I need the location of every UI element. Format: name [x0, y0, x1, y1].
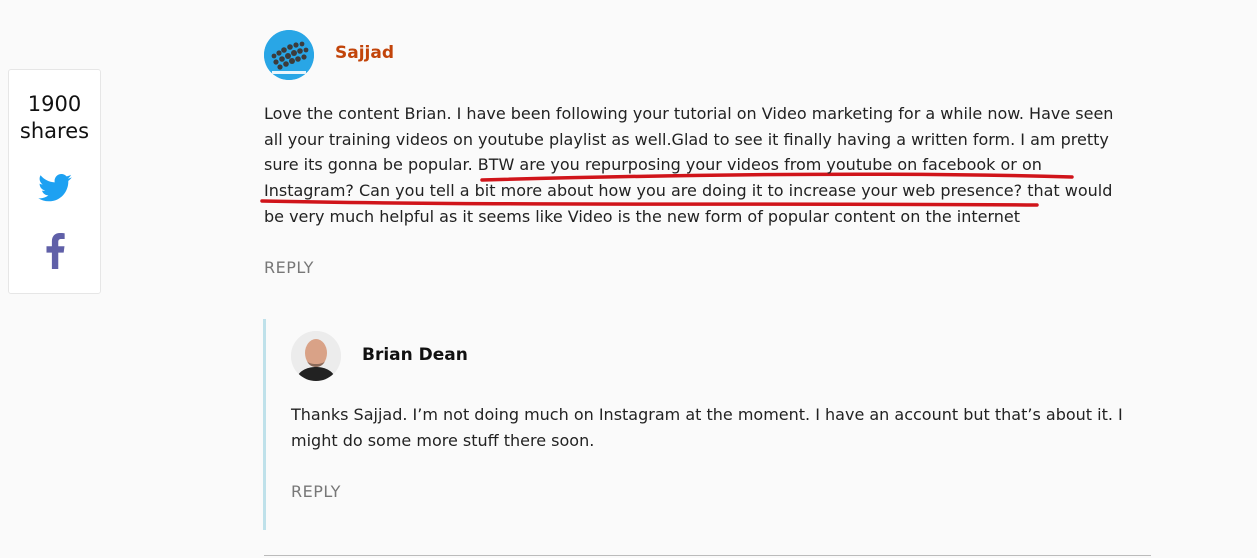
share-label: shares	[19, 119, 90, 143]
reply-button[interactable]: REPLY	[291, 482, 341, 501]
thread-line	[263, 319, 266, 530]
comment-line: sure its gonna be popular. BTW are you r…	[264, 155, 1042, 175]
comment-author[interactable]: Sajjad	[335, 43, 394, 63]
avatar	[291, 331, 341, 381]
facebook-icon[interactable]	[44, 233, 66, 269]
comment-line: might do some more stuff there soon.	[291, 430, 595, 450]
comment-line: all your training videos on youtube play…	[264, 129, 1109, 149]
avatar-graphic	[291, 331, 341, 381]
comment-line: Instagram? Can you tell a bit more about…	[264, 181, 1113, 201]
share-count: 1900	[27, 92, 82, 116]
comment-body: Love the content Brian. I have been foll…	[264, 101, 1113, 230]
comment-author[interactable]: Brian Dean	[362, 345, 468, 365]
comment-body: Thanks Sajjad. I’m not doing much on Ins…	[291, 402, 1123, 453]
comment-line: Thanks Sajjad. I’m not doing much on Ins…	[291, 405, 1123, 424]
twitter-icon[interactable]	[38, 174, 72, 202]
annotation-underline	[260, 172, 1074, 207]
reply-button[interactable]: REPLY	[264, 258, 314, 277]
comment-line: Love the content Brian. I have been foll…	[264, 104, 1114, 123]
share-panel: 1900 shares	[8, 69, 101, 294]
avatar	[264, 30, 314, 80]
comment-line: be very much helpful as it seems like Vi…	[264, 206, 1021, 226]
avatar-graphic	[264, 30, 314, 80]
divider	[264, 555, 1151, 556]
